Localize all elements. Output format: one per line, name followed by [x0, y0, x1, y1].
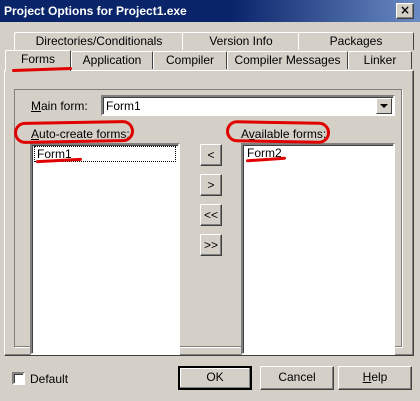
help-button[interactable]: Help	[338, 366, 412, 390]
cancel-button[interactable]: Cancel	[260, 366, 334, 390]
tab-application[interactable]: Application	[71, 51, 153, 69]
move-one-left-button[interactable]: <	[200, 144, 222, 166]
tab-version-info[interactable]: Version Info	[182, 32, 300, 50]
tab-label: Directories/Conditionals	[35, 34, 163, 48]
available-forms-list[interactable]: Form2	[241, 143, 395, 355]
tab-label: Compiler Messages	[234, 53, 341, 67]
chevron-down-icon[interactable]	[376, 98, 392, 114]
tab-forms[interactable]: Forms	[5, 50, 71, 71]
main-form-label: Main form:	[31, 99, 88, 113]
tab-directories-conditionals[interactable]: Directories/Conditionals	[14, 32, 184, 50]
auto-create-forms-label: Auto-create forms:	[31, 127, 130, 141]
tab-linker[interactable]: Linker	[348, 51, 412, 69]
list-item[interactable]: Form1	[34, 146, 176, 162]
auto-create-forms-list[interactable]: Form1	[30, 143, 180, 355]
tab-label: Version Info	[209, 34, 273, 48]
tab-label: Linker	[363, 53, 397, 67]
default-checkbox[interactable]	[12, 372, 25, 385]
tab-label: Application	[82, 53, 142, 67]
main-form-value: Form1	[106, 99, 141, 113]
tab-packages[interactable]: Packages	[298, 32, 414, 50]
move-all-right-button[interactable]: >>	[200, 234, 222, 256]
move-all-left-button[interactable]: <<	[200, 204, 222, 226]
tab-compiler[interactable]: Compiler	[153, 51, 227, 69]
forms-tab-pane: Main form: Form1 Auto-create forms: Form…	[4, 70, 414, 356]
move-one-right-button[interactable]: >	[200, 174, 222, 196]
title-bar[interactable]: Project Options for Project1.exe ×	[0, 0, 420, 22]
close-button[interactable]: ×	[396, 3, 414, 19]
main-form-combobox[interactable]: Form1	[101, 95, 395, 116]
close-icon: ×	[399, 3, 411, 17]
list-item[interactable]: Form2	[245, 146, 284, 160]
available-forms-label: Available forms:	[241, 127, 327, 141]
tab-compiler-messages[interactable]: Compiler Messages	[227, 51, 348, 69]
window-title: Project Options for Project1.exe	[4, 4, 187, 18]
tab-label: Forms	[21, 52, 55, 66]
tab-label: Compiler	[165, 53, 214, 67]
ok-button[interactable]: OK	[178, 366, 252, 390]
tab-label: Packages	[329, 34, 383, 48]
default-label: Default	[30, 372, 69, 386]
